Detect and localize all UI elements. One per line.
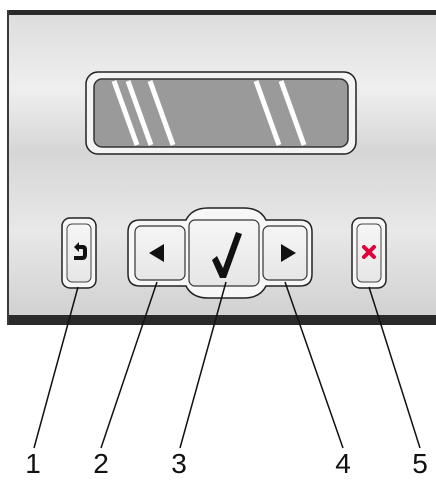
right-arrow-button[interactable] <box>262 225 308 281</box>
callout-number-1: 1 <box>25 448 41 479</box>
callout-number-5: 5 <box>412 448 428 479</box>
control-panel-diagram: 1 2 3 4 5 <box>0 0 436 479</box>
lcd-display <box>85 71 357 155</box>
cancel-button[interactable] <box>351 217 387 289</box>
callout-number-2: 2 <box>93 448 109 479</box>
select-button[interactable] <box>188 219 260 287</box>
callout-number-3: 3 <box>171 448 187 479</box>
back-button[interactable] <box>61 217 97 289</box>
callout-number-4: 4 <box>335 448 351 479</box>
control-panel-drawing <box>7 10 436 449</box>
left-arrow-button[interactable] <box>134 225 186 281</box>
